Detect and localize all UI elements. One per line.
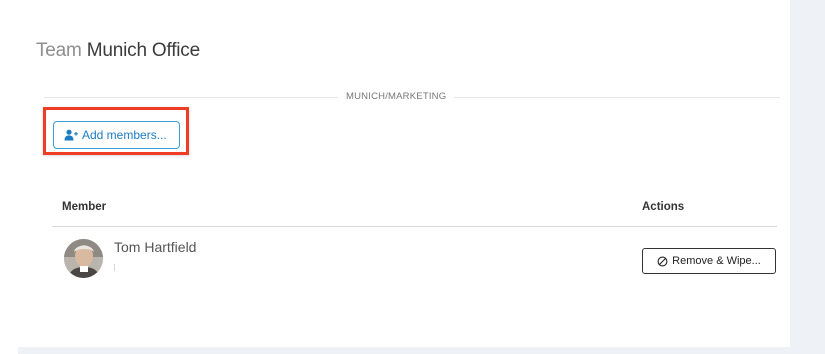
remove-wipe-label: Remove & Wipe... [672, 255, 761, 267]
member-detail-placeholder [114, 264, 115, 271]
avatar [64, 239, 103, 278]
team-title-prefix: Team [36, 40, 82, 61]
column-header-member: Member [62, 201, 107, 213]
team-title-name: Munich Office [86, 40, 200, 61]
column-header-actions: Actions [642, 201, 685, 213]
add-members-button[interactable]: Add members... [53, 121, 180, 149]
add-members-label: Add members... [82, 128, 167, 142]
group-label: MUNICH/MARKETING [338, 91, 455, 102]
page-title: Team Munich Office [36, 40, 200, 62]
table-row: Tom Hartfield Remove & Wipe... [52, 227, 777, 287]
prohibited-icon [657, 256, 668, 267]
member-name: Tom Hartfield [114, 239, 197, 255]
add-user-icon [64, 129, 78, 141]
bottom-edge [18, 347, 790, 354]
right-side-panel [790, 0, 825, 354]
remove-wipe-button[interactable]: Remove & Wipe... [642, 248, 776, 274]
